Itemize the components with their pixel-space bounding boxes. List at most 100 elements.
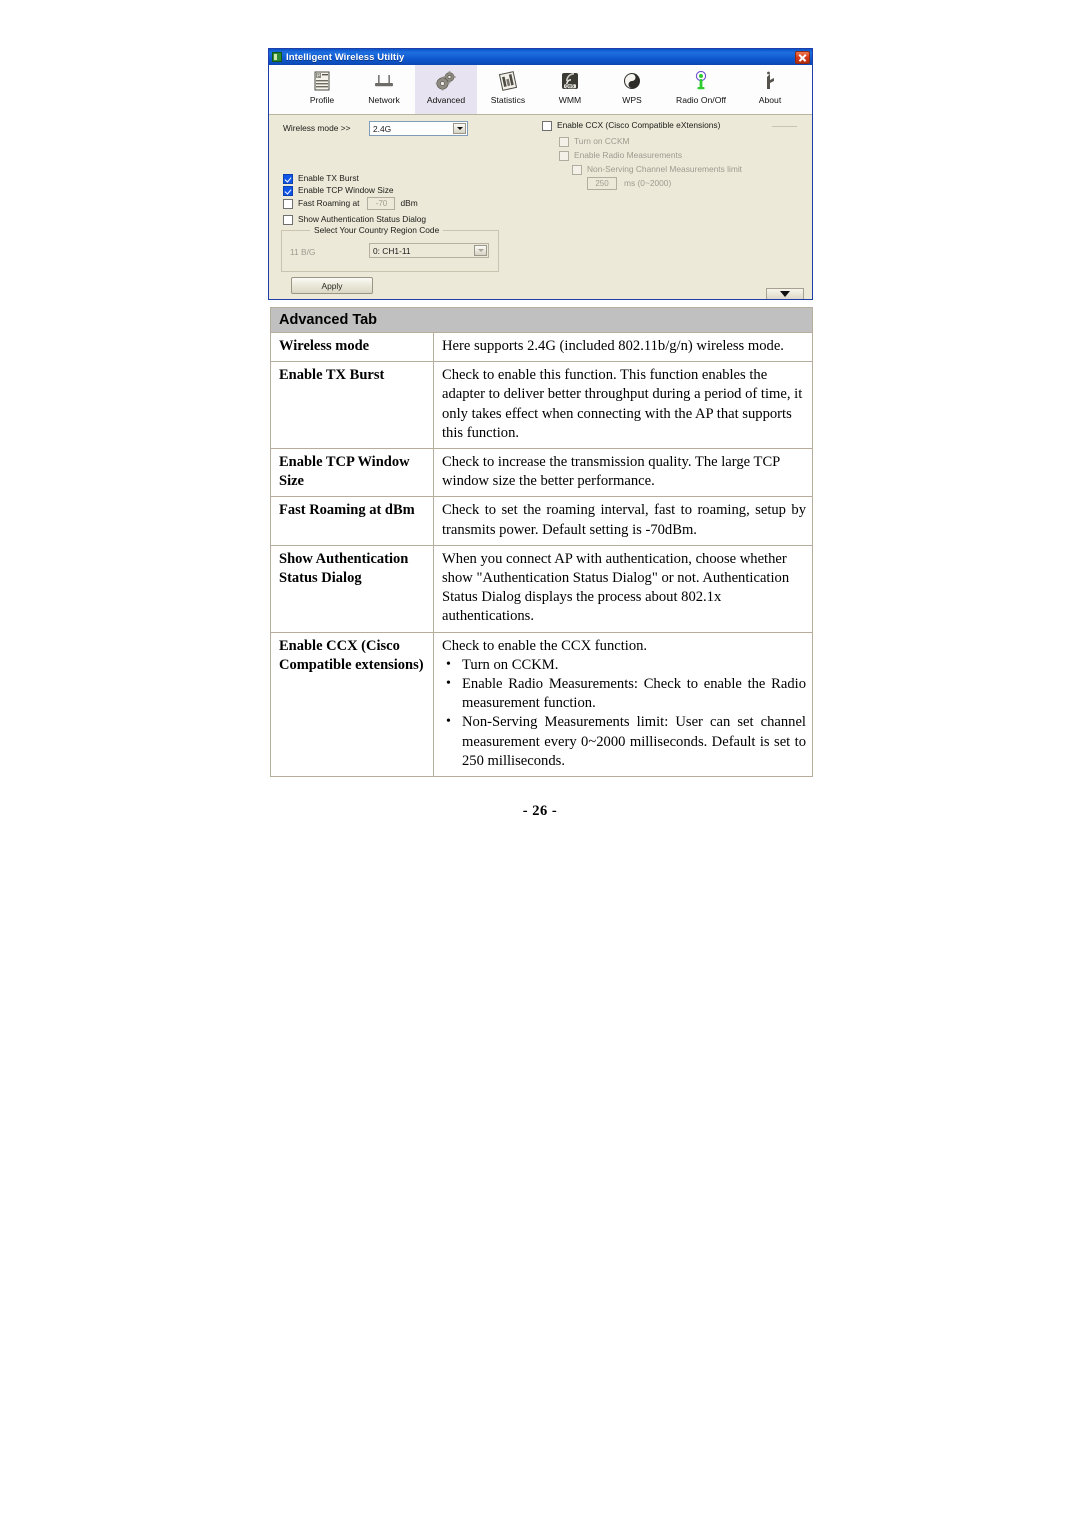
list-item: Turn on CCKM. — [442, 655, 806, 675]
enable-tx-burst-checkbox[interactable] — [283, 173, 293, 184]
enable-tx-burst-label: Enable TX Burst — [298, 173, 359, 183]
advanced-settings-panel: Wireless mode >> 2.4G Enable TX Burst En… — [269, 115, 812, 299]
close-icon[interactable] — [795, 50, 810, 64]
wireless-mode-row: Wireless mode >> — [283, 123, 351, 134]
measurement-limit-unit-label: ms (0~2000) — [624, 178, 672, 188]
desc-enable-tx-burst: Check to enable this function. This func… — [433, 361, 813, 450]
tab-radio-on-off[interactable]: Radio On/Off — [663, 65, 739, 114]
desc-fast-roaming: Check to set the roaming interval, fast … — [433, 496, 813, 546]
fast-roaming-row[interactable]: Fast Roaming at -70 dBm — [283, 197, 418, 210]
enable-ccx-bullet-list: Turn on CCKM. Enable Radio Measurements:… — [442, 655, 806, 771]
turn-on-cckm-row: Turn on CCKM — [559, 136, 630, 147]
fast-roaming-unit-label: dBm — [400, 198, 418, 208]
enable-radio-measurements-label: Enable Radio Measurements — [574, 150, 683, 160]
tab-advanced[interactable]: Advanced — [415, 65, 477, 114]
desc-show-auth-status-dialog: When you connect AP with authentication,… — [433, 544, 813, 633]
tab-wmm-label: WMM — [558, 95, 582, 105]
term-enable-tx-burst: Enable TX Burst — [270, 361, 434, 450]
page-number: - 26 - — [522, 803, 558, 819]
tab-advanced-label: Advanced — [426, 95, 466, 105]
tab-wps-label: WPS — [622, 95, 642, 105]
table-row: Wireless mode Here supports 2.4G (includ… — [270, 331, 813, 363]
non-serving-limit-checkbox — [572, 164, 582, 175]
enable-ccx-checkbox[interactable] — [542, 120, 552, 131]
svg-text:QoS: QoS — [565, 84, 574, 89]
country-region-select[interactable]: 0: CH1-11 — [369, 243, 489, 258]
show-auth-status-dialog-label: Show Authentication Status Dialog — [298, 214, 427, 224]
desc-enable-ccx-cell: Check to enable the CCX function. Turn o… — [433, 631, 813, 778]
fast-roaming-dbm-input[interactable]: -70 — [367, 197, 396, 210]
enable-ccx-label: Enable CCX (Cisco Compatible eXtensions) — [557, 120, 721, 130]
enable-radio-measurements-checkbox — [559, 150, 569, 161]
tab-network[interactable]: Network — [353, 65, 415, 114]
tab-network-label: Network — [368, 95, 400, 105]
ccx-group-divider — [772, 126, 797, 127]
main-toolbar: P Profile Network Advanced Statistics Qo… — [269, 65, 812, 115]
advanced-tab-reference-table: Advanced Tab Wireless mode Here supports… — [270, 307, 813, 778]
app-icon — [272, 52, 282, 62]
enable-ccx-row[interactable]: Enable CCX (Cisco Compatible eXtensions) — [542, 120, 720, 131]
show-auth-status-dialog-checkbox[interactable] — [283, 214, 293, 225]
tab-statistics[interactable]: Statistics — [477, 65, 539, 114]
table-row: Enable TX Burst Check to enable this fun… — [270, 361, 813, 450]
table-row: Enable TCP Window Size Check to increase… — [270, 448, 813, 498]
apply-button[interactable]: Apply — [291, 277, 373, 294]
measurement-limit-input: 250 — [587, 177, 617, 190]
enable-tcp-window-size-label: Enable TCP Window Size — [298, 185, 394, 195]
table-header-row: Advanced Tab — [270, 307, 813, 333]
expand-collapse-button[interactable] — [766, 288, 804, 299]
wireless-mode-label: Wireless mode >> — [283, 123, 351, 133]
country-region-group: Select Your Country Region Code 11 B/G 0… — [281, 225, 499, 272]
desc-enable-ccx-intro: Check to enable the CCX function. — [442, 637, 648, 654]
advanced-gears-icon — [433, 68, 459, 94]
fast-roaming-checkbox[interactable] — [283, 198, 293, 209]
term-wireless-mode: Wireless mode — [270, 331, 434, 363]
wireless-mode-select[interactable]: 2.4G — [369, 121, 468, 136]
non-serving-limit-label: Non-Serving Channel Measurements limit — [587, 164, 743, 174]
term-show-auth-status-dialog: Show Authentication Status Dialog — [270, 544, 434, 633]
term-enable-tcp-window-size: Enable TCP Window Size — [270, 448, 434, 498]
measurement-limit-row: 250 ms (0~2000) — [587, 177, 671, 190]
wmm-qos-icon: QoS — [557, 68, 583, 94]
window-title: Intelligent Wireless Utiltiy — [286, 51, 405, 63]
enable-tcp-window-size-checkbox[interactable] — [283, 185, 293, 196]
country-region-group-title: Select Your Country Region Code — [310, 225, 444, 235]
tab-wmm[interactable]: QoS WMM — [539, 65, 601, 114]
profile-icon: P — [309, 68, 335, 94]
wps-icon — [619, 68, 645, 94]
chevron-down-icon[interactable] — [474, 245, 487, 256]
country-region-value: 0: CH1-11 — [373, 245, 411, 256]
window-titlebar: Intelligent Wireless Utiltiy — [269, 49, 812, 65]
non-serving-limit-row: Non-Serving Channel Measurements limit — [572, 164, 742, 175]
table-row: Fast Roaming at dBm Check to set the roa… — [270, 496, 813, 546]
fast-roaming-label: Fast Roaming at — [298, 198, 360, 208]
network-icon — [371, 68, 397, 94]
term-fast-roaming: Fast Roaming at dBm — [270, 496, 434, 546]
about-icon — [757, 68, 783, 94]
enable-tcp-window-size-row[interactable]: Enable TCP Window Size — [283, 185, 394, 196]
tab-profile-label: Profile — [309, 95, 335, 105]
wireless-utility-window: Intelligent Wireless Utiltiy P Profile N… — [268, 48, 813, 300]
radio-onoff-icon — [688, 68, 714, 94]
enable-radio-measurements-row: Enable Radio Measurements — [559, 150, 682, 161]
enable-tx-burst-row[interactable]: Enable TX Burst — [283, 173, 359, 184]
tab-statistics-label: Statistics — [490, 95, 526, 105]
desc-enable-tcp-window-size: Check to increase the transmission quali… — [433, 448, 813, 498]
table-title: Advanced Tab — [270, 307, 813, 333]
turn-on-cckm-label: Turn on CCKM — [574, 136, 630, 146]
term-enable-ccx: Enable CCX (Cisco Compatible extensions) — [270, 631, 434, 778]
tab-about[interactable]: About — [739, 65, 801, 114]
statistics-icon — [495, 68, 521, 94]
show-auth-status-dialog-row[interactable]: Show Authentication Status Dialog — [283, 214, 426, 225]
tab-about-label: About — [758, 95, 782, 105]
tab-profile[interactable]: P Profile — [291, 65, 353, 114]
desc-wireless-mode: Here supports 2.4G (included 802.11b/g/n… — [433, 331, 813, 363]
list-item: Enable Radio Measurements: Check to enab… — [442, 674, 806, 713]
turn-on-cckm-checkbox — [559, 136, 569, 147]
chevron-down-icon[interactable] — [453, 123, 466, 134]
tab-wps[interactable]: WPS — [601, 65, 663, 114]
list-item: Non-Serving Measurements limit: User can… — [442, 712, 806, 771]
table-row: Show Authentication Status Dialog When y… — [270, 544, 813, 633]
band-label: 11 B/G — [290, 247, 316, 257]
tab-radio-on-off-label: Radio On/Off — [676, 95, 726, 105]
